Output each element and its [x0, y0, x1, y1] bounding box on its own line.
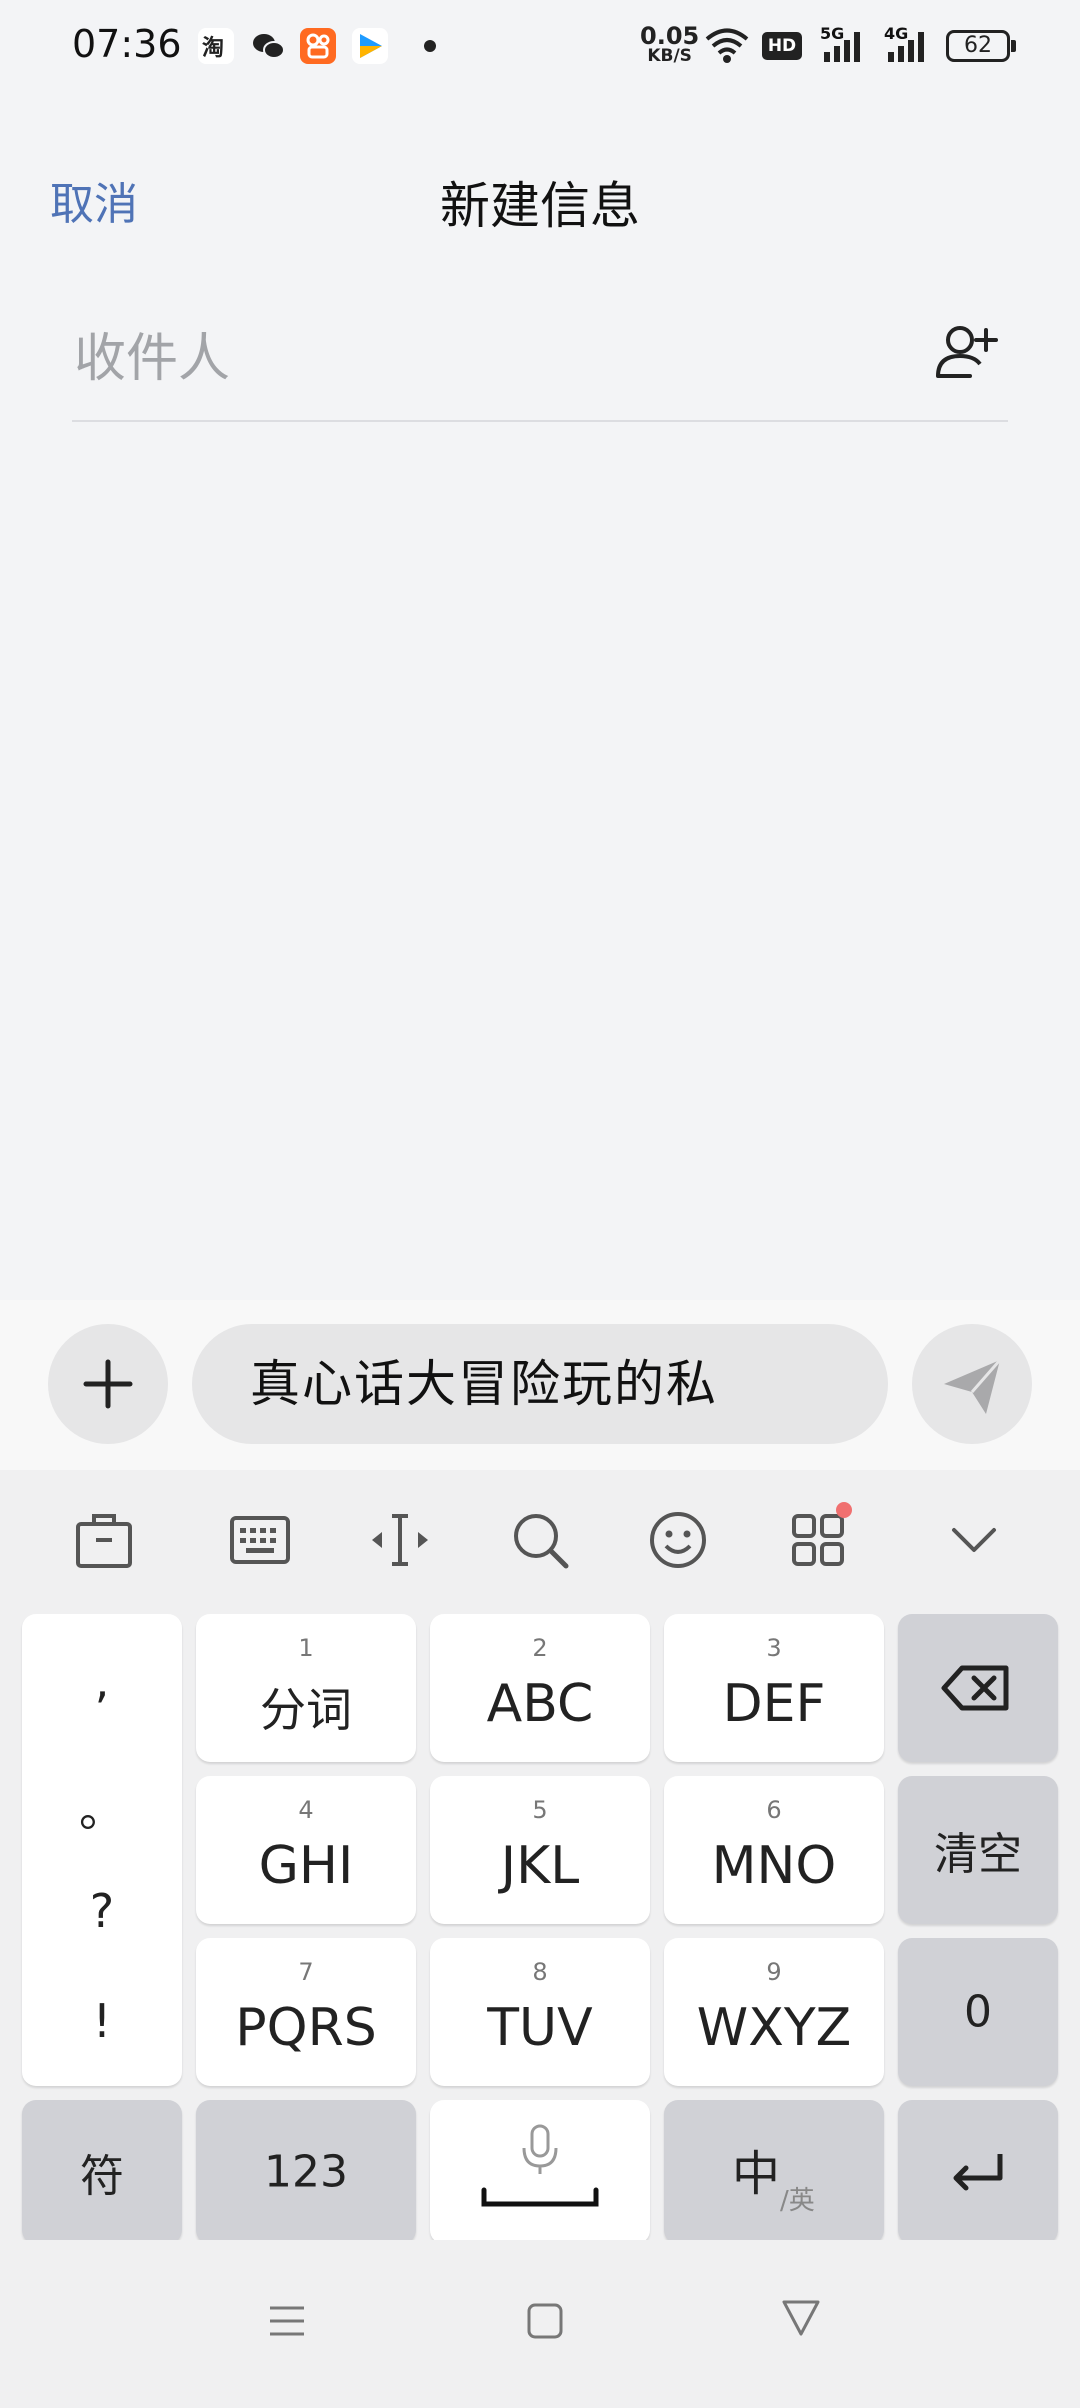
microphone-icon — [481, 2124, 599, 2207]
numeric-key[interactable]: 123 — [196, 2100, 416, 2244]
plus-icon — [83, 1359, 133, 1409]
key-4[interactable]: 4 GHI — [196, 1776, 416, 1924]
cursor-move-icon[interactable] — [360, 1500, 440, 1580]
key-label: GHI — [258, 1836, 354, 1896]
key-number: 8 — [532, 1958, 548, 1986]
signal-icon-2 — [886, 30, 932, 68]
key-number: 9 — [766, 1958, 782, 1986]
network-speed: 0.05 KB/S — [640, 22, 700, 66]
key-6[interactable]: 6 MNO — [664, 1776, 884, 1924]
status-time: 07:36 — [72, 22, 182, 66]
svg-text:淘: 淘 — [202, 35, 224, 61]
key-3[interactable]: 3 DEF — [664, 1614, 884, 1762]
key-number: 7 — [298, 1958, 314, 1986]
battery-tip — [1011, 40, 1016, 52]
keyboard: , 。 ? ! 1 分词 2 ABC 3 DEF 4 GHI 5 JKL 6 M… — [0, 1610, 1080, 2244]
key-2[interactable]: 2 ABC — [430, 1614, 650, 1762]
apps-grid-icon[interactable] — [778, 1500, 858, 1580]
numeric-label: 123 — [264, 2146, 348, 2198]
navigation-bar — [0, 2240, 1080, 2408]
clear-button[interactable]: 清空 — [898, 1776, 1058, 1924]
attach-button[interactable] — [48, 1324, 168, 1444]
backspace-button[interactable] — [898, 1614, 1058, 1762]
send-icon — [944, 1359, 1002, 1414]
key-label: PQRS — [235, 1998, 377, 2058]
punct-period[interactable]: 。 — [22, 1774, 182, 1840]
key-7[interactable]: 7 PQRS — [196, 1938, 416, 2086]
search-icon[interactable] — [500, 1500, 580, 1580]
key-number: 3 — [766, 1634, 782, 1662]
key-number: 5 — [532, 1796, 548, 1824]
speed-unit: KB/S — [647, 46, 692, 66]
clear-label: 清空 — [934, 1829, 1022, 1880]
backspace-icon — [941, 1665, 1009, 1711]
key-label: ABC — [486, 1674, 594, 1734]
key-5[interactable]: 5 JKL — [430, 1776, 650, 1924]
symbol-key[interactable]: 符 — [22, 2100, 182, 2244]
punct-comma[interactable]: , — [22, 1654, 182, 1708]
menu-icon[interactable] — [266, 2300, 308, 2346]
send-button[interactable] — [912, 1324, 1032, 1444]
recipient-input[interactable] — [72, 318, 896, 400]
notification-dot — [424, 40, 436, 52]
key-number: 1 — [298, 1634, 314, 1662]
clipboard-icon[interactable] — [64, 1500, 144, 1580]
punct-exclaim[interactable]: ! — [22, 1994, 182, 2048]
key-number: 2 — [532, 1634, 548, 1662]
key-label: MNO — [711, 1836, 837, 1896]
key-8[interactable]: 8 TUV — [430, 1938, 650, 2086]
signal-icon — [822, 30, 868, 68]
message-input[interactable]: 真心话大冒险玩的私 — [192, 1324, 888, 1444]
zero-label: 0 — [964, 1986, 992, 2038]
add-contact-icon[interactable] — [930, 316, 1002, 388]
zero-key[interactable]: 0 — [898, 1938, 1058, 2086]
punct-question[interactable]: ? — [22, 1884, 182, 1938]
wifi-icon — [704, 26, 750, 70]
kuaishou-icon — [300, 28, 336, 64]
key-9[interactable]: 9 WXYZ — [664, 1938, 884, 2086]
chevron-down-icon[interactable] — [934, 1500, 1014, 1580]
language-switch-key[interactable]: 中 /英 — [664, 2100, 884, 2244]
message-text: 真心话大冒险玩的私 — [250, 1355, 718, 1413]
lang-sub-label: /英 — [780, 2186, 815, 2216]
key-1[interactable]: 1 分词 — [196, 1614, 416, 1762]
hd-badge: HD — [762, 32, 802, 60]
key-number: 4 — [298, 1796, 314, 1824]
status-bar: 07:36 淘 0.05 KB/S HD 5G 4G 62 — [0, 0, 1080, 96]
keyboard-icon[interactable] — [220, 1500, 300, 1580]
home-icon[interactable] — [524, 2300, 566, 2346]
video-app-icon — [352, 28, 388, 64]
key-label: 分词 — [260, 1683, 352, 1737]
page-title: 新建信息 — [440, 177, 640, 235]
key-label: JKL — [500, 1836, 580, 1896]
key-label: DEF — [722, 1674, 826, 1734]
emoji-icon[interactable] — [638, 1500, 718, 1580]
compose-bar: 真心话大冒险玩的私 — [0, 1300, 1080, 1470]
keyboard-toolbar — [0, 1470, 1080, 1610]
key-number: 6 — [766, 1796, 782, 1824]
taobao-icon: 淘 — [198, 28, 234, 64]
battery-icon: 62 — [946, 30, 1010, 62]
back-icon[interactable] — [780, 2296, 822, 2342]
lang-main-label: 中 — [732, 2146, 781, 2202]
punctuation-column[interactable]: , 。 ? ! — [22, 1614, 182, 2086]
symbol-label: 符 — [80, 2151, 124, 2202]
key-label: WXYZ — [696, 1998, 852, 2058]
wechat-icon — [250, 28, 286, 64]
key-label: TUV — [487, 1998, 593, 2058]
enter-icon — [953, 2154, 1003, 2191]
enter-key[interactable] — [898, 2100, 1058, 2244]
recipient-row — [72, 300, 1008, 422]
speed-value: 0.05 — [640, 22, 700, 50]
space-key[interactable] — [430, 2100, 650, 2244]
